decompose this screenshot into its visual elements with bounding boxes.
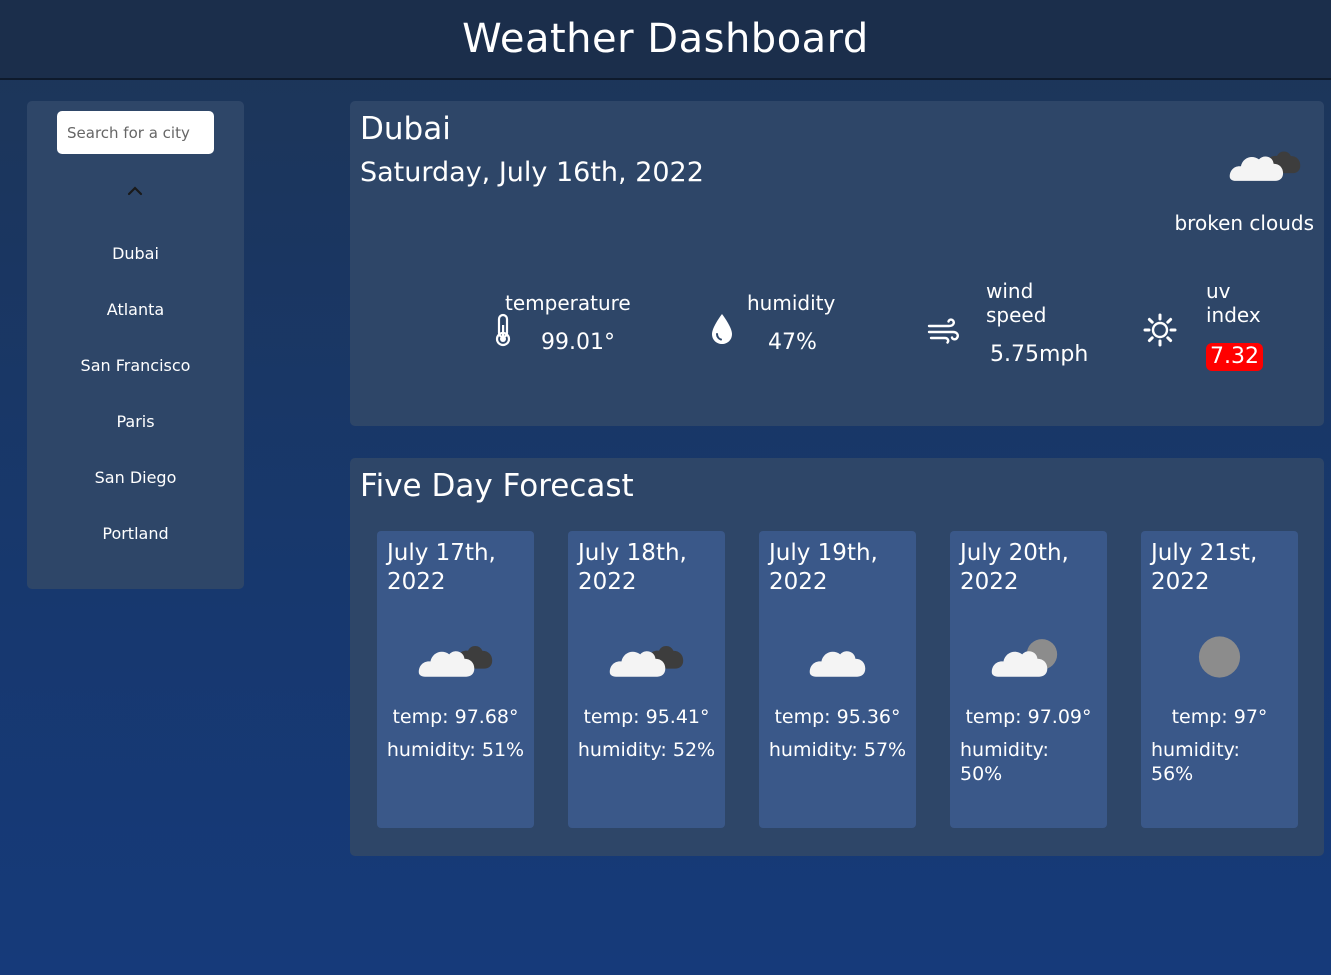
wind-label-line2: speed <box>986 303 1047 327</box>
forecast-date: July 19th, 2022 <box>769 540 878 595</box>
forecast-temp: temp: 97.09° <box>965 706 1092 728</box>
humidity-value: 47% <box>768 330 817 355</box>
chevron-up-icon[interactable] <box>125 181 145 201</box>
page-title: Weather Dashboard <box>462 16 869 62</box>
forecast-humidity: humidity: 50% <box>960 739 1049 785</box>
broken-clouds-icon <box>608 631 685 683</box>
sidebar-item-dubai[interactable]: Dubai <box>27 244 244 263</box>
broken-clouds-icon <box>1228 137 1302 187</box>
forecast-temp: temp: 97.68° <box>392 706 519 728</box>
condition-description: broken clouds <box>1174 211 1314 235</box>
forecast-card: July 19th, 2022 temp: 95.36° humidity: 57… <box>759 531 916 828</box>
uv-label-line2: index <box>1206 303 1261 327</box>
sidebar-item-paris[interactable]: Paris <box>27 412 244 431</box>
forecast-card: July 21st, 2022 temp: 97° humidity: 56% <box>1141 531 1298 828</box>
wind-speed-value: 5.75mph <box>990 342 1089 367</box>
current-city-name: Dubai <box>360 111 451 147</box>
droplet-icon <box>710 312 734 350</box>
sidebar-item-san-francisco[interactable]: San Francisco <box>27 356 244 375</box>
forecast-humidity: humidity: 57% <box>768 739 907 761</box>
cloud-icon <box>799 631 876 683</box>
sidebar-item-portland[interactable]: Portland <box>27 524 244 543</box>
forecast-date: July 18th, 2022 <box>578 540 687 595</box>
temperature-value: 99.01° <box>541 330 615 355</box>
current-date: Saturday, July 16th, 2022 <box>360 157 704 188</box>
forecast-humidity: humidity: 52% <box>577 739 716 761</box>
gray-circle-icon <box>1181 631 1258 683</box>
forecast-title: Five Day Forecast <box>360 468 634 504</box>
app-header: Weather Dashboard <box>0 0 1331 80</box>
partly-cloudy-icon <box>990 631 1067 683</box>
uv-label-line1: uv <box>1206 279 1231 303</box>
forecast-humidity: humidity: 56% <box>1151 739 1240 785</box>
current-weather-panel: Dubai Saturday, July 16th, 2022 broken c… <box>350 101 1324 426</box>
temperature-label: temperature <box>505 291 631 315</box>
forecast-humidity: humidity: 51% <box>386 739 525 761</box>
forecast-date: July 21st, 2022 <box>1151 540 1258 595</box>
forecast-date: July 20th, 2022 <box>960 540 1069 595</box>
sidebar-item-san-diego[interactable]: San Diego <box>27 468 244 487</box>
uv-index-badge: 7.32 <box>1206 343 1263 371</box>
forecast-date: July 17th, 2022 <box>387 540 496 595</box>
broken-clouds-icon <box>417 631 494 683</box>
forecast-card: July 20th, 2022 temp: 97.09° humidity: 50% <box>950 531 1107 828</box>
search-input[interactable] <box>57 111 214 154</box>
forecast-card: July 17th, 2022 temp: 97.68° humidity: 51… <box>377 531 534 828</box>
wind-label-line1: wind <box>986 279 1034 303</box>
sun-icon <box>1143 313 1177 351</box>
forecast-temp: temp: 95.36° <box>774 706 901 728</box>
sidebar-item-atlanta[interactable]: Atlanta <box>27 300 244 319</box>
humidity-label: humidity <box>747 291 836 315</box>
forecast-panel: Five Day Forecast July 17th, 2022 temp: 9… <box>350 458 1324 856</box>
forecast-temp: temp: 97° <box>1171 706 1268 728</box>
forecast-temp: temp: 95.41° <box>583 706 710 728</box>
forecast-card: July 18th, 2022 temp: 95.41° humidity: 52… <box>568 531 725 828</box>
thermometer-icon <box>493 313 513 351</box>
sidebar: Dubai Atlanta San Francisco Paris San Di… <box>27 101 244 589</box>
wind-icon <box>927 318 961 348</box>
